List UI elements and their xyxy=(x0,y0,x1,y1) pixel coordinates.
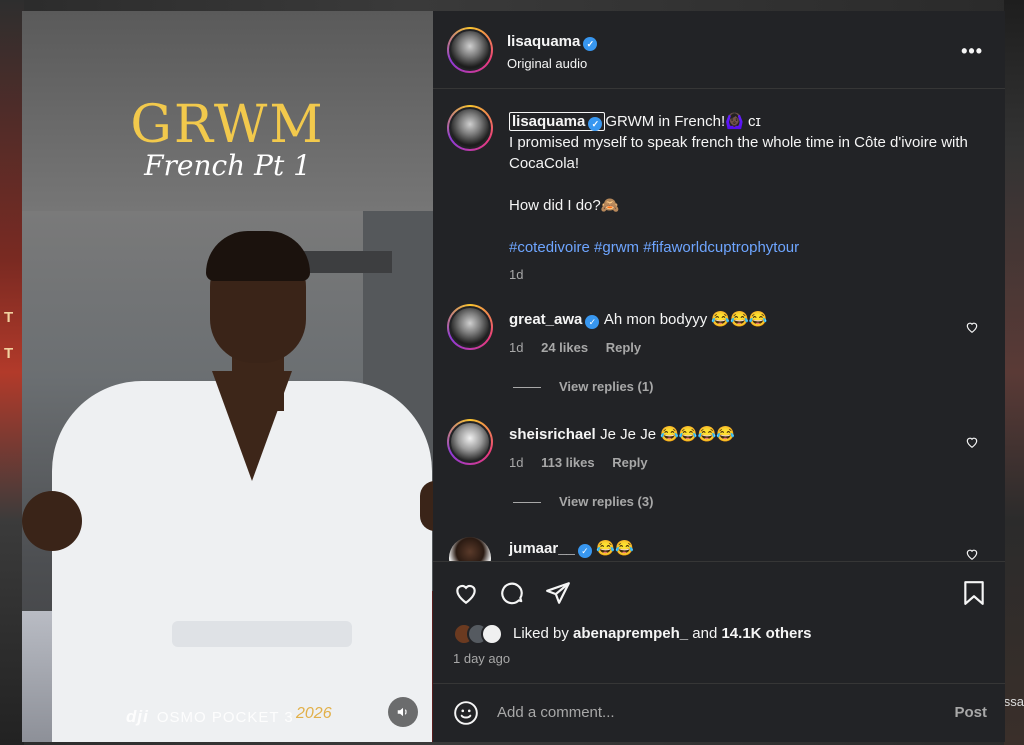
caption-text-line3: How did I do?🙈 xyxy=(509,197,620,214)
video-subtitle: French Pt 1 xyxy=(144,149,311,182)
comment-reply-button[interactable]: Reply xyxy=(606,340,641,355)
commenter-avatar[interactable] xyxy=(447,535,493,561)
post-panel: lisaquama ✓ Original audio ••• lisaquama ✓… xyxy=(433,11,1005,742)
watermark-year: 2026 xyxy=(296,705,332,722)
verified-badge-icon: ✓ xyxy=(577,544,592,558)
liked-and: and xyxy=(692,625,718,642)
liked-by-text: Liked by abenaprempeh_ and 14.1K others xyxy=(513,625,812,642)
commenter-avatar[interactable] xyxy=(447,419,493,465)
commenter-avatar[interactable] xyxy=(447,304,493,350)
commenter-username[interactable]: sheisrichael xyxy=(509,426,596,443)
replies-divider xyxy=(513,502,541,504)
comment-item: jumaar__ ✓ 😂😂 xyxy=(447,535,993,561)
comment-meta: 1d 113 likes Reply xyxy=(509,455,662,470)
video-robe-belt xyxy=(172,621,352,647)
background-text-right: ssa xyxy=(1003,694,1024,709)
post-header: lisaquama ✓ Original audio ••• xyxy=(433,11,1005,89)
comment-text: Je Je Je 😂😂😂😂 xyxy=(600,426,735,443)
emoji-smiley-icon[interactable] xyxy=(451,698,481,728)
watermark-device: OSMO POCKET 3 xyxy=(156,709,294,726)
video-person-hair xyxy=(206,231,310,281)
video-hand-right xyxy=(420,481,433,531)
speaker-icon xyxy=(397,707,407,717)
background-post-left[interactable]: T T xyxy=(0,0,24,745)
background-text-left: T T xyxy=(4,309,14,362)
post-video[interactable]: GRWM French Pt 1 dji OSMO POCKET 3 2026 xyxy=(22,11,433,742)
caption-time: 1d xyxy=(509,267,524,282)
background-post-right[interactable]: ssa xyxy=(1004,0,1024,745)
liked-by-avatars[interactable] xyxy=(453,623,513,647)
author-avatar[interactable] xyxy=(447,27,493,73)
comment-like-heart-icon[interactable] xyxy=(965,435,979,454)
comment-input[interactable] xyxy=(497,704,917,721)
video-vent xyxy=(302,251,392,273)
caption-text-line2: I promised myself to speak french the wh… xyxy=(509,134,968,172)
comment-text: 😂😂 xyxy=(596,540,634,557)
comment-likes[interactable]: 113 likes xyxy=(541,455,595,470)
comment-meta: 1d 24 likes Reply xyxy=(509,340,655,355)
liked-prefix: Liked by xyxy=(513,625,569,642)
comment-time: 1d xyxy=(509,455,524,470)
comment-text: Ah mon bodyyy 😂😂😂 xyxy=(603,311,768,328)
replies-divider xyxy=(513,387,541,389)
commenter-username[interactable]: jumaar__ xyxy=(509,540,575,557)
comment-like-heart-icon[interactable] xyxy=(965,547,979,561)
post-date[interactable]: 1 day ago xyxy=(453,651,510,666)
caption-author-avatar[interactable] xyxy=(447,105,493,151)
comment-like-heart-icon[interactable] xyxy=(965,320,979,339)
liked-by-user[interactable]: abenaprempeh_ xyxy=(573,625,688,642)
caption-author-username[interactable]: lisaquama ✓ xyxy=(509,112,606,131)
watermark-brand: dji xyxy=(126,707,149,726)
like-heart-icon[interactable] xyxy=(451,578,481,608)
more-options-icon[interactable]: ••• xyxy=(961,41,983,62)
commenter-username[interactable]: great_awa xyxy=(509,311,582,328)
author-username[interactable]: lisaquama ✓ xyxy=(507,33,598,51)
liker-avatar xyxy=(481,623,503,645)
audio-label[interactable]: Original audio xyxy=(507,56,587,71)
video-title: GRWM xyxy=(130,95,325,155)
caption-hashtags[interactable]: #cotedivoire #grwm #fifaworldcuptrophyto… xyxy=(509,237,979,258)
video-hand-left xyxy=(22,491,82,551)
comment-composer: Post xyxy=(433,683,1005,742)
verified-badge-icon: ✓ xyxy=(583,37,598,51)
video-watermark: dji OSMO POCKET 3 xyxy=(126,707,294,727)
comment-bubble-icon[interactable] xyxy=(497,578,527,608)
post-comment-button[interactable]: Post xyxy=(954,704,987,721)
sound-toggle-button[interactable] xyxy=(388,697,418,727)
share-send-icon[interactable] xyxy=(543,578,573,608)
view-replies-button[interactable]: View replies (3) xyxy=(513,494,653,509)
post-caption: lisaquama ✓ GRWM in French!🙆🏿‍♀️ cɪ I prom… xyxy=(509,111,979,285)
verified-badge-icon: ✓ xyxy=(588,117,603,131)
verified-badge-icon: ✓ xyxy=(585,315,600,329)
liked-count[interactable]: 14.1K others xyxy=(721,625,811,642)
comment-likes[interactable]: 24 likes xyxy=(541,340,588,355)
view-replies-button[interactable]: View replies (1) xyxy=(513,379,653,394)
caption-text-line1: GRWM in French!🙆🏿‍♀️ cɪ xyxy=(605,113,761,130)
save-bookmark-icon[interactable] xyxy=(959,578,989,608)
comment-time: 1d xyxy=(509,340,524,355)
comment-reply-button[interactable]: Reply xyxy=(612,455,647,470)
